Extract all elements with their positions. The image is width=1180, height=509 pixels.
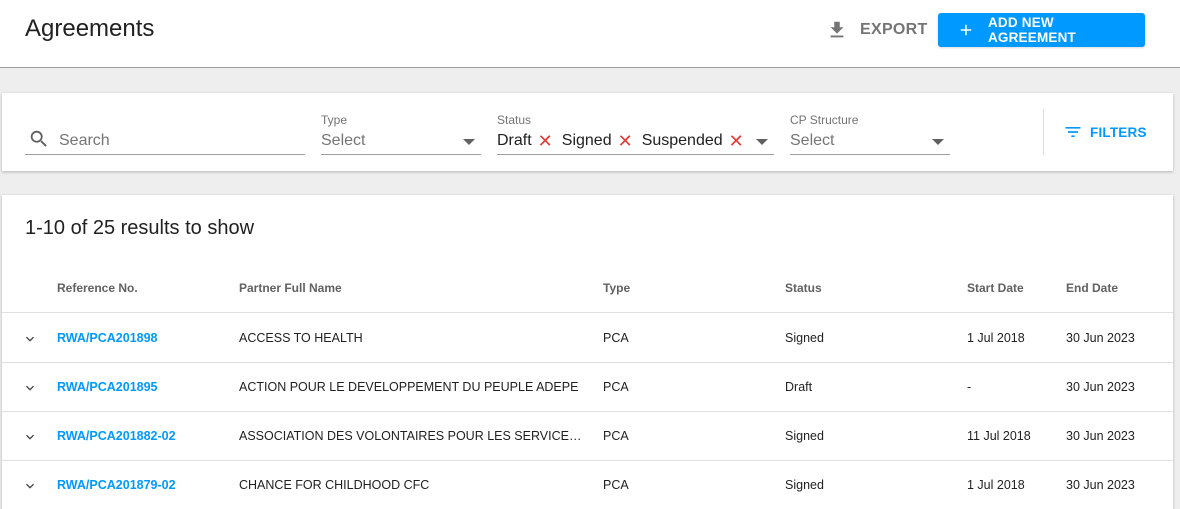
partner-name: CHANCE FOR CHILDHOOD CFC	[239, 478, 430, 492]
start-date: 11 Jul 2018	[967, 429, 1031, 443]
add-new-agreement-label: ADD NEW AGREEMENT	[987, 15, 1077, 45]
plus-icon	[960, 24, 972, 36]
chip-label: Signed	[561, 132, 612, 149]
vertical-divider	[1043, 109, 1044, 155]
cp-structure-label: CP Structure	[790, 113, 859, 127]
dropdown-arrow-icon[interactable]	[932, 139, 944, 145]
column-header-start-date[interactable]: Start Date	[967, 281, 1024, 295]
end-date: 30 Jun 2023	[1066, 380, 1135, 394]
status-underline	[497, 154, 774, 155]
add-new-agreement-button[interactable]: ADD NEW AGREEMENT	[938, 13, 1145, 47]
agreement-type: PCA	[603, 429, 629, 443]
chevron-down-icon[interactable]	[22, 478, 38, 494]
reference-link[interactable]: RWA/PCA201898	[57, 331, 158, 345]
end-date: 30 Jun 2023	[1066, 478, 1135, 492]
reference-link[interactable]: RWA/PCA201882-02	[57, 429, 176, 443]
column-header-type[interactable]: Type	[603, 281, 630, 295]
chevron-down-icon[interactable]	[22, 331, 38, 347]
cp-structure-select[interactable]: CP Structure Select	[790, 93, 950, 171]
cp-structure-underline	[790, 154, 950, 155]
chip-label: Suspended	[641, 132, 723, 149]
end-date: 30 Jun 2023	[1066, 429, 1135, 443]
type-underline	[321, 154, 481, 155]
partner-name: ACTION POUR LE DEVELOPPEMENT DU PEUPLE A…	[239, 380, 579, 394]
chip-label: Draft	[497, 132, 532, 149]
column-header-partner[interactable]: Partner Full Name	[239, 281, 589, 295]
close-icon[interactable]: ✕	[538, 132, 553, 150]
table-row: RWA/PCA201879-02 CHANCE FOR CHILDHOOD CF…	[2, 461, 1173, 509]
filters-button[interactable]: FILTERS	[1063, 122, 1147, 142]
column-header-status[interactable]: Status	[785, 281, 822, 295]
partner-name: ACCESS TO HEALTH	[239, 331, 363, 345]
search-field[interactable]: Search	[25, 93, 305, 171]
status-label: Status	[497, 113, 532, 127]
search-input[interactable]: Search	[59, 132, 110, 150]
agreement-status: Signed	[785, 429, 824, 443]
agreement-type: PCA	[603, 380, 629, 394]
table-row: RWA/PCA201895 ACTION POUR LE DEVELOPPEME…	[2, 363, 1173, 412]
start-date: 1 Jul 2018	[967, 331, 1025, 345]
agreement-type: PCA	[603, 331, 629, 345]
column-header-reference[interactable]: Reference No.	[57, 281, 138, 295]
status-chip-suspended: Suspended ✕	[642, 132, 744, 150]
agreement-status: Draft	[785, 380, 813, 394]
start-date: 1 Jul 2018	[967, 478, 1025, 492]
results-panel: 1-10 of 25 results to show Reference No.…	[2, 195, 1173, 509]
agreement-status: Signed	[785, 331, 824, 345]
filter-panel: Search Type Select Status Draft ✕ Signed…	[2, 93, 1173, 171]
search-icon	[30, 130, 47, 147]
agreement-type: PCA	[603, 478, 629, 492]
table-header: Reference No. Partner Full Name Type Sta…	[2, 269, 1173, 313]
type-select[interactable]: Type Select	[321, 93, 481, 171]
status-chip-draft: Draft ✕	[497, 132, 553, 150]
filters-label: FILTERS	[1090, 124, 1147, 140]
partner-name: ASSOCIATION DES VOLONTAIRES POUR LES SER…	[239, 429, 589, 443]
reference-link[interactable]: RWA/PCA201895	[57, 380, 158, 394]
download-icon	[830, 21, 844, 38]
start-date: -	[967, 380, 972, 394]
dropdown-arrow-icon[interactable]	[756, 139, 768, 145]
reference-link[interactable]: RWA/PCA201879-02	[57, 478, 176, 492]
status-chips: Draft ✕ Signed ✕ Suspended ✕	[497, 132, 753, 150]
filter-list-icon	[1065, 127, 1081, 137]
export-label: EXPORT	[860, 21, 928, 38]
table-row: RWA/PCA201882-02 ASSOCIATION DES VOLONTA…	[2, 412, 1173, 461]
search-underline	[25, 154, 305, 155]
page-header: Agreements EXPORT ADD NEW AGREEMENT	[0, 0, 1180, 68]
status-select[interactable]: Status Draft ✕ Signed ✕ Suspended ✕	[497, 93, 774, 171]
type-value: Select	[321, 132, 366, 149]
chevron-down-icon[interactable]	[22, 380, 38, 396]
dropdown-arrow-icon[interactable]	[463, 139, 475, 145]
end-date: 30 Jun 2023	[1066, 331, 1135, 345]
cp-structure-value: Select	[790, 132, 835, 149]
export-button[interactable]: EXPORT	[826, 16, 928, 44]
column-header-end-date[interactable]: End Date	[1066, 281, 1118, 295]
type-label: Type	[321, 113, 348, 127]
chevron-down-icon[interactable]	[22, 429, 38, 445]
agreement-status: Signed	[785, 478, 824, 492]
page-title: Agreements	[25, 15, 155, 42]
close-icon[interactable]: ✕	[729, 132, 744, 150]
status-chip-signed: Signed ✕	[562, 132, 633, 150]
table-row: RWA/PCA201898 ACCESS TO HEALTH PCA Signe…	[2, 314, 1173, 363]
close-icon[interactable]: ✕	[618, 132, 633, 150]
results-summary: 1-10 of 25 results to show	[25, 217, 255, 239]
